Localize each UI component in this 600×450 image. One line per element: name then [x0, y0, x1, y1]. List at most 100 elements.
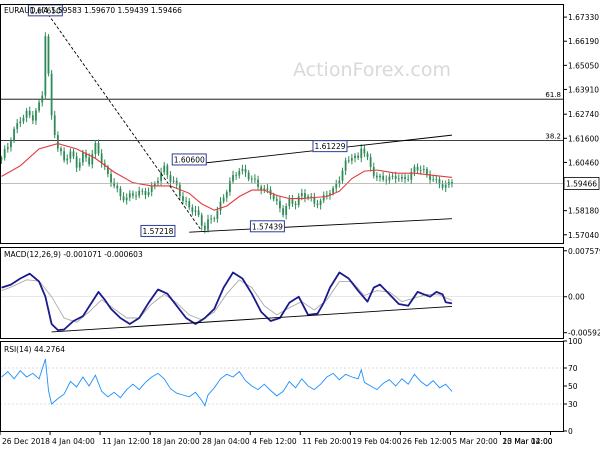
price-axis-tick-label: 1.61600 — [568, 134, 599, 143]
time-tick-label: 4 Jan 04:00 — [52, 437, 95, 446]
candle-body — [419, 169, 422, 171]
candle-body — [182, 196, 184, 201]
time-tick-label: 26 Dec 2018 — [2, 437, 50, 446]
price-label: 1.57218 — [142, 227, 173, 236]
candle-body — [228, 181, 231, 192]
candle-body — [203, 225, 206, 230]
price-label: 1.57439 — [252, 222, 283, 231]
candle-body — [197, 210, 200, 216]
candle-body — [169, 175, 172, 182]
candle-body — [407, 179, 410, 180]
candle-body — [401, 176, 403, 179]
candle-body — [335, 183, 338, 189]
candle-body — [122, 196, 125, 201]
candle-body — [310, 196, 313, 198]
candle-body — [213, 218, 216, 220]
candle-body — [254, 178, 256, 180]
candle-body — [200, 215, 203, 226]
macd-signal-line — [1, 279, 453, 323]
candle-body — [113, 182, 116, 186]
time-tick-label: 5 Mar 20:00 — [452, 437, 498, 446]
candle-body — [60, 148, 62, 152]
candle-body — [391, 175, 394, 177]
candle-body — [275, 199, 278, 201]
candle-body — [119, 188, 122, 197]
candle-body — [341, 170, 344, 181]
candle-body — [404, 176, 406, 180]
candle-body — [441, 184, 444, 188]
candle-body — [185, 200, 188, 202]
candle-body — [13, 128, 15, 141]
rsi-axis-tick-label: 0 — [568, 427, 573, 436]
macd-axis-tick-label: 0.007579 — [568, 247, 600, 256]
candle-body — [194, 210, 197, 212]
candle-body — [53, 115, 56, 136]
candle-body — [366, 153, 369, 158]
price-panel: ActionForex.com61.838.21.676501.606001.6… — [0, 4, 600, 244]
candle-body — [207, 219, 209, 230]
fib-level-label: 38.2 — [545, 133, 561, 141]
candle-body — [97, 143, 100, 154]
price-axis-tick-label: 1.57040 — [568, 231, 599, 240]
candle-body — [63, 151, 66, 161]
candle-body — [250, 178, 253, 180]
time-tick-label: 11 Feb 20:00 — [302, 437, 351, 446]
candle-body — [288, 199, 291, 206]
current-price-label: 1.59466 — [566, 179, 597, 188]
macd-line — [1, 271, 453, 331]
macd-panel: 0.0075790.00-0.005924 — [0, 247, 600, 339]
candle-body — [47, 36, 50, 74]
time-tick-label: 20 Mar 12:00 — [502, 437, 552, 446]
price-plot-frame — [0, 4, 564, 244]
price-label: 1.60600 — [174, 155, 205, 164]
rsi-plot-frame — [0, 341, 564, 432]
candle-body — [316, 203, 319, 206]
price-axis-tick-label: 1.62740 — [568, 110, 599, 119]
candle-body — [75, 156, 78, 168]
macd-axis-tick-label: 0.00 — [568, 293, 585, 302]
candle-body — [138, 190, 141, 196]
candle-body — [294, 203, 297, 205]
candle-body — [332, 188, 335, 194]
candle-body — [369, 157, 372, 168]
candle-body — [172, 180, 175, 182]
candle-body — [210, 218, 213, 220]
candle-body — [94, 143, 97, 155]
candle-body — [394, 175, 397, 179]
candle-body — [422, 168, 425, 170]
candle-body — [22, 117, 25, 122]
candle-body — [319, 200, 322, 206]
candle-body — [144, 191, 147, 196]
candle-body — [426, 168, 428, 175]
candle-body — [81, 152, 84, 163]
price-panel-title: EURAUD,H4 1.59583 1.59670 1.59439 1.5946… — [4, 6, 182, 15]
candle-body — [354, 155, 356, 159]
candle-body — [297, 196, 300, 205]
candle-body — [225, 191, 228, 198]
candle-body — [6, 147, 9, 150]
candle-body — [413, 166, 416, 173]
candle-body — [260, 186, 263, 190]
rsi-axis-tick-label: 70 — [568, 364, 578, 373]
rsi-axis-tick-label: 100 — [568, 337, 583, 346]
time-tick-label: 4 Feb 12:00 — [252, 437, 297, 446]
candle-body — [232, 175, 234, 182]
candle-body — [397, 178, 400, 180]
candle-body — [379, 175, 381, 178]
time-axis: 26 Dec 2018 4 Jan 04:00 11 Jan 12:00 18 Jan… — [0, 431, 553, 446]
candle-body — [372, 167, 375, 176]
time-tick-label: 19 Feb 04:00 — [352, 437, 401, 446]
candle-body — [385, 179, 388, 181]
candle-body — [388, 176, 391, 181]
candle-body — [238, 170, 241, 176]
rsi-axis-tick-label: 30 — [568, 400, 578, 409]
candle-body — [188, 201, 191, 208]
candle-body — [344, 160, 347, 171]
candle-body — [150, 185, 153, 192]
rsi-panel: 100 70 50 30 0 — [0, 337, 583, 436]
candle-body — [191, 207, 194, 212]
time-tick-label: 11 Jan 12:00 — [102, 437, 150, 446]
candle-body — [382, 175, 385, 180]
price-axis-tick-label: 1.63910 — [568, 85, 599, 94]
candle-body — [375, 175, 378, 178]
